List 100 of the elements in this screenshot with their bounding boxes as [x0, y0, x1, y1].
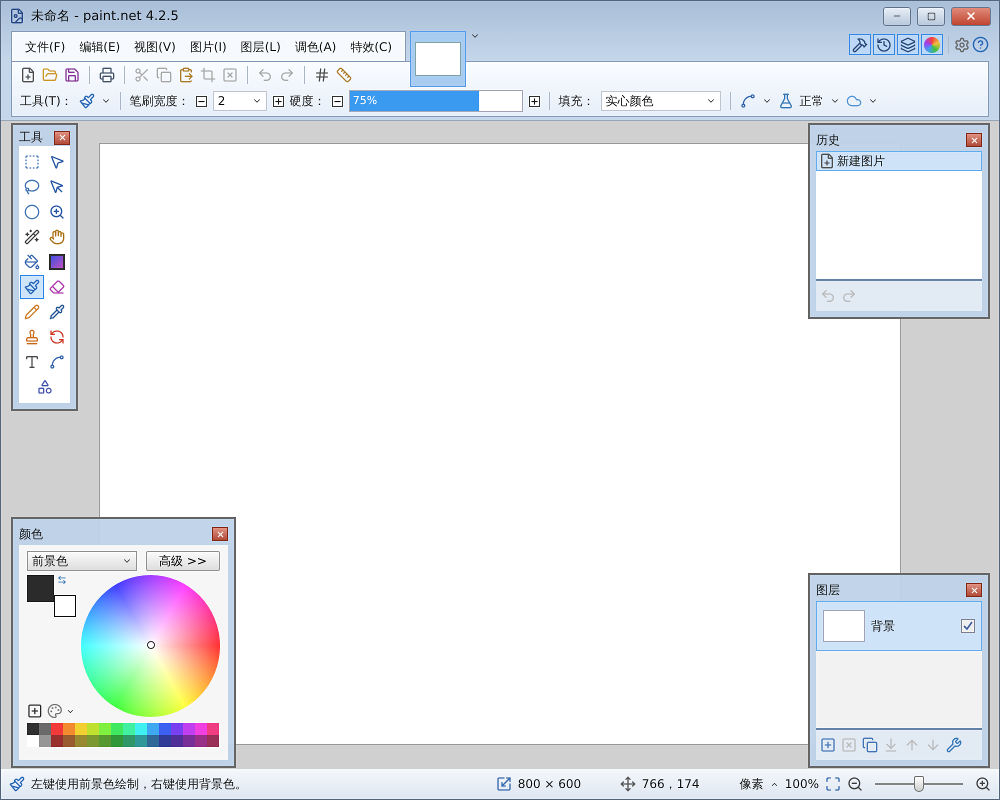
new-file-icon[interactable]	[20, 67, 36, 83]
palette-color[interactable]	[159, 735, 171, 747]
arrow-pointer-icon[interactable]	[49, 154, 65, 170]
palette-color[interactable]	[147, 723, 159, 735]
deselect-icon[interactable]	[222, 67, 238, 83]
text-icon[interactable]	[24, 354, 40, 370]
zoom-in-icon[interactable]	[975, 776, 991, 792]
palette-color[interactable]	[51, 723, 63, 735]
scissors-icon[interactable]	[134, 67, 150, 83]
menu-item[interactable]: 编辑(E)	[72, 38, 128, 56]
palette-color[interactable]	[99, 723, 111, 735]
menu-item[interactable]: 文件(F)	[18, 38, 72, 56]
duplicate-layer-icon[interactable]	[862, 737, 878, 753]
fill-dropdown[interactable]: 实心颜色	[600, 91, 721, 111]
menu-item[interactable]: 调色(A)	[288, 38, 344, 56]
close-icon[interactable]	[965, 10, 977, 22]
ruler-icon[interactable]	[336, 67, 352, 83]
dashed-rectangle-icon[interactable]	[24, 154, 40, 170]
wrench-icon[interactable]	[946, 737, 962, 753]
settings-icon[interactable]	[954, 36, 970, 52]
paintbrush-icon[interactable]	[24, 279, 40, 295]
palette-color[interactable]	[159, 723, 171, 735]
palette-color[interactable]	[39, 735, 51, 747]
flask-icon[interactable]	[778, 93, 794, 109]
close-button[interactable]	[966, 583, 982, 597]
swap-icon[interactable]	[57, 575, 67, 585]
menu-item[interactable]: 图片(I)	[182, 38, 234, 56]
close-button[interactable]	[212, 527, 228, 541]
palette-color[interactable]	[147, 735, 159, 747]
palette-icon[interactable]	[46, 703, 62, 719]
color-mode-dropdown[interactable]: 前景色	[27, 551, 137, 571]
redo-icon[interactable]	[279, 67, 295, 83]
palette-color[interactable]	[87, 723, 99, 735]
palette-color[interactable]	[123, 735, 135, 747]
units-dropdown[interactable]: 像素	[740, 776, 764, 792]
shapes-icon[interactable]	[36, 379, 52, 395]
palette-color[interactable]	[135, 735, 147, 747]
curve-icon[interactable]	[49, 354, 65, 370]
menu-item[interactable]: 视图(V)	[127, 38, 183, 56]
close-icon[interactable]	[970, 136, 978, 144]
close-icon[interactable]	[216, 530, 224, 538]
palette-color[interactable]	[171, 735, 183, 747]
palette-color[interactable]	[75, 723, 87, 735]
arrow-outline-icon[interactable]	[49, 179, 65, 195]
blend-mode-label[interactable]: 正常	[800, 92, 824, 110]
palette-color[interactable]	[75, 735, 87, 747]
palette-color[interactable]	[63, 735, 75, 747]
advanced-button[interactable]: 高级 >>	[146, 551, 220, 571]
palette-color[interactable]	[39, 723, 51, 735]
palette-color[interactable]	[135, 723, 147, 735]
add-layer-icon[interactable]	[820, 737, 836, 753]
palette-color[interactable]	[195, 735, 207, 747]
pencil-icon[interactable]	[24, 304, 40, 320]
palette-color[interactable]	[99, 735, 111, 747]
zoom-icon[interactable]	[49, 204, 65, 220]
palette-color[interactable]	[111, 723, 123, 735]
palette-color[interactable]	[195, 723, 207, 735]
palette-color[interactable]	[51, 735, 63, 747]
palette-color[interactable]	[183, 735, 195, 747]
lasso-icon[interactable]	[24, 179, 40, 195]
palette-color[interactable]	[171, 723, 183, 735]
close-button[interactable]	[966, 133, 982, 147]
save-icon[interactable]	[64, 67, 80, 83]
folder-icon[interactable]	[42, 67, 58, 83]
close-button[interactable]	[951, 6, 991, 26]
palette-color[interactable]	[207, 723, 219, 735]
maximize-button[interactable]	[917, 6, 945, 26]
secondary-color-swatch[interactable]	[54, 595, 76, 617]
crop-icon[interactable]	[200, 67, 216, 83]
eraser-icon[interactable]	[49, 279, 65, 295]
palette-color[interactable]	[111, 735, 123, 747]
paintbrush-icon[interactable]	[78, 93, 95, 109]
palette-color[interactable]	[207, 735, 219, 747]
menu-item[interactable]: 特效(C)	[343, 38, 400, 56]
copy-icon[interactable]	[156, 67, 172, 83]
printer-icon[interactable]	[99, 67, 115, 83]
color-cursor[interactable]	[147, 641, 155, 649]
primary-color-swatch[interactable]	[27, 575, 54, 602]
palette-color[interactable]	[27, 735, 39, 747]
antialias-icon[interactable]	[740, 93, 756, 109]
minimize-button[interactable]	[883, 6, 911, 26]
recolor-icon[interactable]	[49, 329, 65, 345]
close-icon[interactable]	[58, 133, 66, 142]
history-item[interactable]: 新建图片	[816, 151, 982, 171]
hand-icon[interactable]	[49, 229, 65, 245]
zoom-out-icon[interactable]	[847, 776, 863, 792]
palette-color[interactable]	[27, 723, 39, 735]
menu-item[interactable]: 图层(L)	[234, 38, 288, 56]
paint-bucket-icon[interactable]	[24, 254, 40, 270]
palette-color[interactable]	[87, 735, 99, 747]
close-icon[interactable]	[970, 586, 978, 594]
zoom-level[interactable]: 100%	[784, 777, 819, 791]
magic-wand-icon[interactable]	[24, 229, 40, 245]
close-button[interactable]	[54, 130, 70, 144]
fit-window-icon[interactable]	[825, 776, 841, 792]
ellipse-icon[interactable]	[24, 204, 40, 220]
palette-color[interactable]	[123, 723, 135, 735]
cloud-icon[interactable]	[846, 93, 862, 109]
help-icon[interactable]	[972, 36, 989, 53]
brush-width-field[interactable]: 2	[212, 91, 267, 111]
